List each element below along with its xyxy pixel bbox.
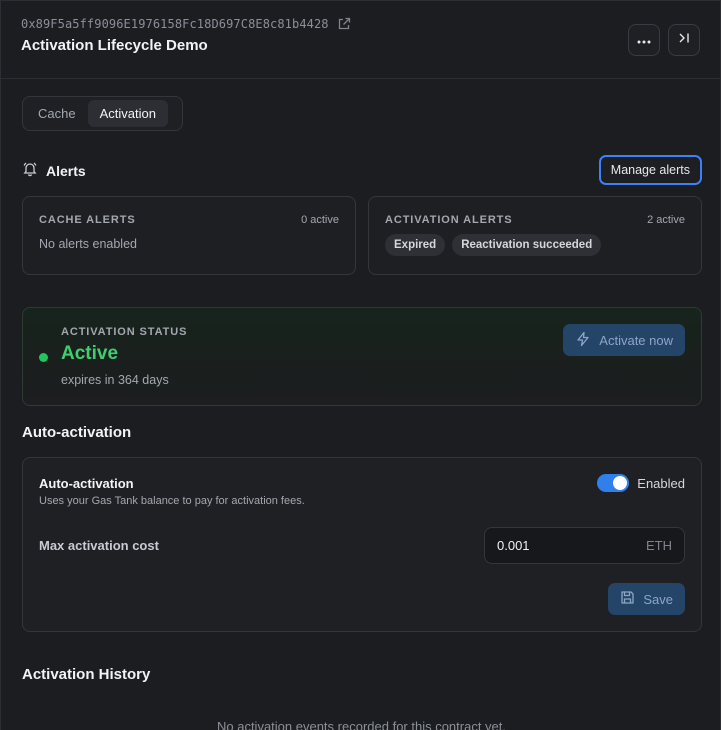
contract-address: 0x89F5a5ff9096E1976158Fc18D697C8E8c81b44… xyxy=(21,17,329,31)
alert-chips: Expired Reactivation succeeded xyxy=(385,234,685,256)
activate-now-button[interactable]: Activate now xyxy=(563,324,685,356)
auto-activation-toggle[interactable] xyxy=(597,474,630,492)
auto-activation-title: Auto-activation xyxy=(39,476,134,491)
bell-icon xyxy=(22,161,38,182)
auto-activation-section-title: Auto-activation xyxy=(22,424,132,441)
panel-header: 0x89F5a5ff9096E1976158Fc18D697C8E8c81b44… xyxy=(1,1,720,79)
toggle-label: Enabled xyxy=(637,475,685,491)
alerts-header: Alerts Manage alerts xyxy=(22,155,702,185)
save-label: Save xyxy=(643,591,673,607)
auto-activation-card: Auto-activation Uses your Gas Tank balan… xyxy=(22,457,702,632)
status-label: ACTIVATION STATUS xyxy=(61,326,188,338)
cache-alerts-empty: No alerts enabled xyxy=(39,237,137,251)
status-expiry: expires in 364 days xyxy=(61,373,169,387)
auto-activation-description: Uses your Gas Tank balance to pay for ac… xyxy=(39,495,305,507)
tab-activation[interactable]: Activation xyxy=(87,100,168,127)
address-row: 0x89F5a5ff9096E1976158Fc18D697C8E8c81b44… xyxy=(21,17,700,31)
more-button[interactable] xyxy=(628,24,660,56)
alert-chip: Expired xyxy=(385,234,446,256)
status-value: Active xyxy=(61,343,119,364)
activation-alerts-count: 2 active xyxy=(647,214,685,226)
header-actions xyxy=(628,24,700,56)
save-icon xyxy=(620,590,635,608)
max-cost-value: 0.001 xyxy=(497,538,530,553)
activation-alerts-label: ACTIVATION ALERTS xyxy=(385,214,513,226)
auto-activation-toggle-group: Enabled xyxy=(597,474,685,492)
collapse-panel-button[interactable] xyxy=(668,24,700,56)
status-dot xyxy=(39,353,48,362)
cache-alerts-count: 0 active xyxy=(301,214,339,226)
max-cost-unit: ETH xyxy=(646,538,672,553)
activation-status-card: ACTIVATION STATUS Active expires in 364 … xyxy=(22,307,702,406)
cache-alerts-label: CACHE ALERTS xyxy=(39,214,136,226)
collapse-panel-icon xyxy=(677,31,691,50)
more-icon xyxy=(637,31,651,49)
section-tabs: Cache Activation xyxy=(22,96,183,131)
activation-alerts-card: ACTIVATION ALERTS 2 active Expired React… xyxy=(368,196,702,275)
cache-alerts-card: CACHE ALERTS 0 active No alerts enabled xyxy=(22,196,356,275)
contract-panel: 0x89F5a5ff9096E1976158Fc18D697C8E8c81b44… xyxy=(0,0,721,730)
activate-now-label: Activate now xyxy=(599,332,673,348)
alert-chip: Reactivation succeeded xyxy=(452,234,602,256)
manage-alerts-button[interactable]: Manage alerts xyxy=(598,155,702,185)
max-cost-input[interactable]: 0.001 ETH xyxy=(484,527,685,564)
history-empty-message: No activation events recorded for this c… xyxy=(216,719,507,730)
external-link-icon[interactable] xyxy=(337,17,351,31)
save-button[interactable]: Save xyxy=(608,583,685,615)
tab-cache[interactable]: Cache xyxy=(26,100,88,127)
activation-history-title: Activation History xyxy=(22,666,151,683)
max-cost-label: Max activation cost xyxy=(39,538,159,553)
alerts-title: Alerts xyxy=(46,163,86,179)
lightning-icon xyxy=(575,331,591,350)
page-title: Activation Lifecycle Demo xyxy=(21,37,208,54)
